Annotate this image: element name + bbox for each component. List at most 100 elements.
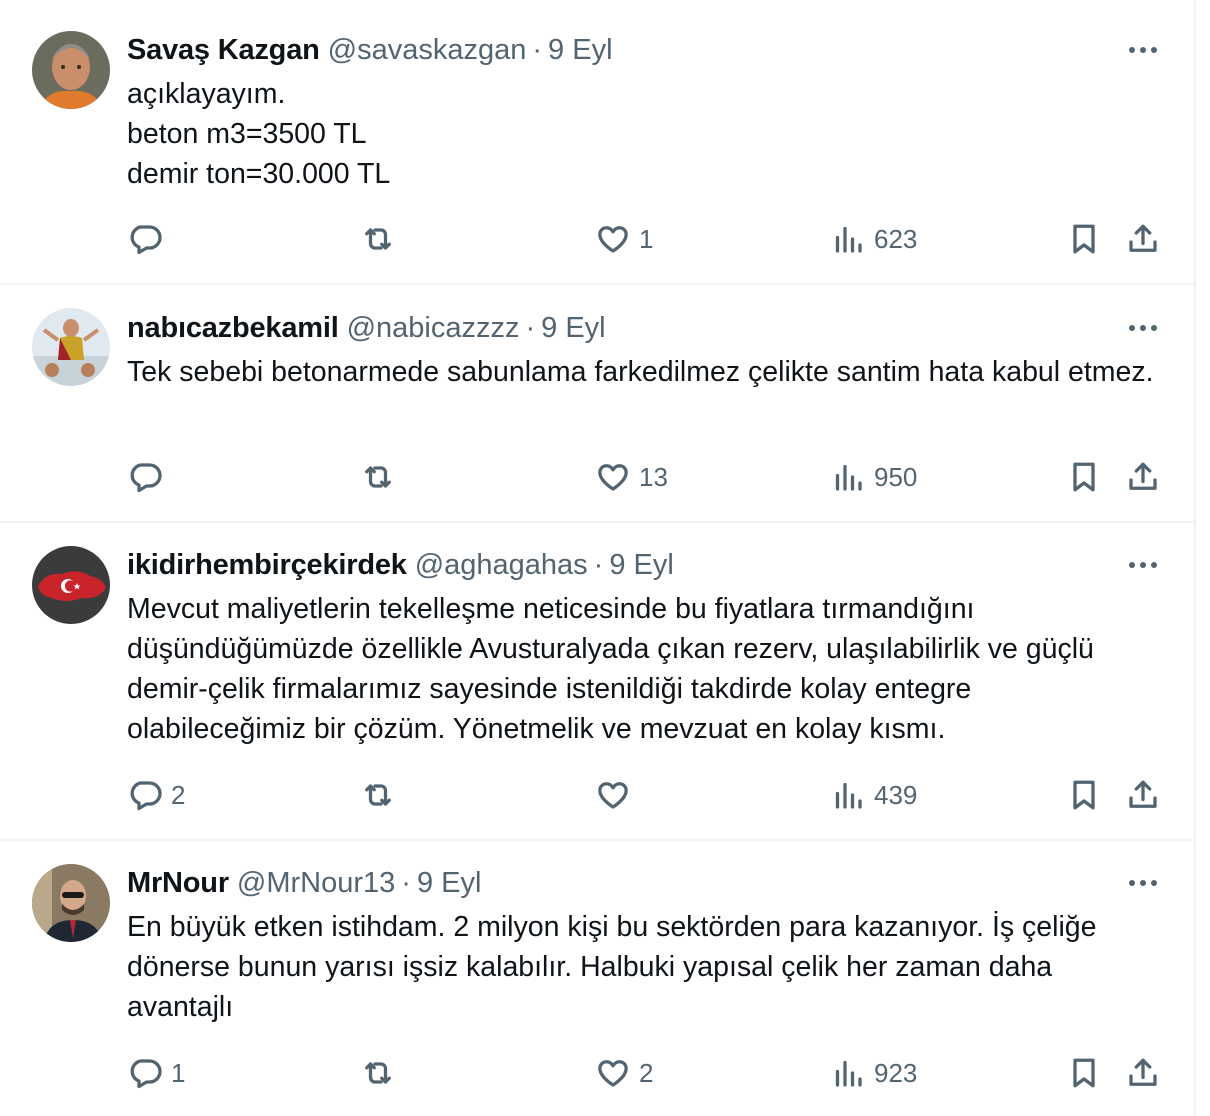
avatar[interactable]	[32, 308, 110, 386]
avatar[interactable]	[32, 546, 110, 624]
tweet-text: açıklayayım. beton m3=3500 TL demir ton=…	[127, 78, 391, 190]
avatar-image	[32, 31, 110, 109]
views-icon	[835, 226, 862, 253]
share-button[interactable]	[1125, 773, 1161, 817]
tweet-header: Savaş Kazgan @savaskazgan · 9 Eyl	[127, 30, 613, 70]
tweet-nabicazzzz[interactable]: nabıcazbekamil @nabicazzzz · 9 Eyl Tek s…	[0, 283, 1194, 523]
like-count: 13	[639, 461, 668, 492]
tweet-text: Tek sebebi betonarmede sabunlama farkedi…	[127, 356, 1154, 388]
bookmark-button[interactable]	[1066, 455, 1102, 499]
bookmark-button[interactable]	[1066, 773, 1102, 817]
tweet-actions: 1 623	[0, 217, 1194, 261]
view-count: 923	[874, 1057, 918, 1088]
view-count: 623	[874, 223, 918, 254]
more-horizontal-icon	[1129, 880, 1157, 886]
views-icon	[835, 782, 862, 809]
retweet-icon	[365, 1062, 391, 1084]
bookmark-button[interactable]	[1066, 1051, 1102, 1095]
heart-icon	[598, 226, 628, 253]
retweet-icon	[365, 228, 391, 250]
user-handle[interactable]: @savaskazgan	[328, 34, 527, 67]
display-name[interactable]: MrNour	[127, 867, 229, 900]
like-button[interactable]: 1	[595, 217, 653, 261]
like-count: 1	[639, 223, 654, 254]
reply-count: 1	[171, 1057, 186, 1088]
user-handle[interactable]: @MrNour13	[237, 867, 395, 900]
avatar[interactable]	[32, 864, 110, 942]
views-button[interactable]: 950	[830, 455, 917, 499]
view-count: 439	[874, 779, 918, 810]
views-button[interactable]: 439	[830, 773, 917, 817]
more-options-button[interactable]	[1126, 33, 1160, 67]
more-horizontal-icon	[1129, 325, 1157, 331]
view-count: 950	[874, 461, 918, 492]
display-name[interactable]: nabıcazbekamil	[127, 312, 339, 345]
timestamp[interactable]: 9 Eyl	[417, 867, 481, 900]
tweet-header: ikidirhembirçekirdek @aghagahas · 9 Eyl	[127, 545, 674, 585]
user-handle[interactable]: @nabicazzzz	[347, 312, 520, 345]
views-icon	[835, 464, 862, 491]
display-name[interactable]: ikidirhembirçekirdek	[127, 549, 407, 582]
retweet-button[interactable]	[360, 773, 404, 817]
avatar-image	[32, 308, 110, 386]
reply-icon	[130, 463, 162, 493]
more-options-button[interactable]	[1126, 866, 1160, 900]
separator: ·	[532, 33, 543, 66]
avatar-image	[32, 546, 110, 624]
bookmark-icon	[1073, 224, 1095, 254]
reply-button[interactable]: 1	[127, 1051, 185, 1095]
reply-button[interactable]	[127, 217, 171, 261]
tweet-mrnour13[interactable]: MrNour @MrNour13 · 9 Eyl En büyük etken …	[0, 839, 1194, 1116]
tweet-aghagahas[interactable]: ikidirhembirçekirdek @aghagahas · 9 Eyl …	[0, 521, 1194, 841]
separator: ·	[401, 866, 411, 899]
bookmark-icon	[1073, 780, 1095, 810]
retweet-button[interactable]	[360, 455, 404, 499]
user-handle[interactable]: @aghagahas	[415, 549, 588, 582]
share-icon	[1129, 224, 1157, 252]
like-count: 2	[639, 1057, 654, 1088]
share-button[interactable]	[1125, 217, 1161, 261]
timestamp[interactable]: 9 Eyl	[609, 549, 673, 582]
separator: ·	[525, 311, 536, 344]
views-button[interactable]: 923	[830, 1051, 917, 1095]
tweet-actions: 2 439	[0, 773, 1194, 817]
retweet-icon	[365, 784, 391, 806]
bookmark-button[interactable]	[1066, 217, 1102, 261]
avatar-image	[32, 864, 110, 942]
reply-count: 2	[171, 779, 186, 810]
tweet-header: nabıcazbekamil @nabicazzzz · 9 Eyl	[127, 308, 606, 348]
share-button[interactable]	[1125, 455, 1161, 499]
more-horizontal-icon	[1129, 47, 1157, 53]
replies-feed: Savaş Kazgan @savaskazgan · 9 Eyl açıkla…	[0, 0, 1196, 1116]
share-icon	[1129, 780, 1157, 808]
views-button[interactable]: 623	[830, 217, 917, 261]
heart-icon	[598, 1060, 628, 1087]
share-button[interactable]	[1125, 1051, 1161, 1095]
timestamp[interactable]: 9 Eyl	[541, 312, 605, 345]
like-button[interactable]: 13	[595, 455, 668, 499]
tweet-actions: 13 950	[0, 455, 1194, 499]
tweet-text: En büyük etken istihdam. 2 milyon kişi b…	[127, 911, 1097, 1023]
display-name[interactable]: Savaş Kazgan	[127, 34, 320, 67]
separator: ·	[593, 548, 604, 581]
views-icon	[835, 1060, 862, 1087]
tweet-savaskazgan[interactable]: Savaş Kazgan @savaskazgan · 9 Eyl açıkla…	[0, 0, 1194, 285]
like-button[interactable]: 2	[595, 1051, 653, 1095]
tweet-text: Mevcut maliyetlerin tekelleşme neticesin…	[127, 593, 1094, 745]
avatar[interactable]	[32, 31, 110, 109]
reply-icon	[130, 1059, 162, 1089]
retweet-icon	[365, 466, 391, 488]
more-options-button[interactable]	[1126, 548, 1160, 582]
more-options-button[interactable]	[1126, 311, 1160, 345]
retweet-button[interactable]	[360, 1051, 404, 1095]
reply-button[interactable]	[127, 455, 171, 499]
retweet-button[interactable]	[360, 217, 404, 261]
timestamp[interactable]: 9 Eyl	[548, 34, 612, 67]
heart-icon	[598, 782, 628, 809]
more-horizontal-icon	[1129, 562, 1157, 568]
tweet-header: MrNour @MrNour13 · 9 Eyl	[127, 863, 481, 903]
tweet-actions: 1 2 923	[0, 1051, 1194, 1095]
like-button[interactable]	[595, 773, 639, 817]
reply-button[interactable]: 2	[127, 773, 185, 817]
share-icon	[1129, 1058, 1157, 1086]
